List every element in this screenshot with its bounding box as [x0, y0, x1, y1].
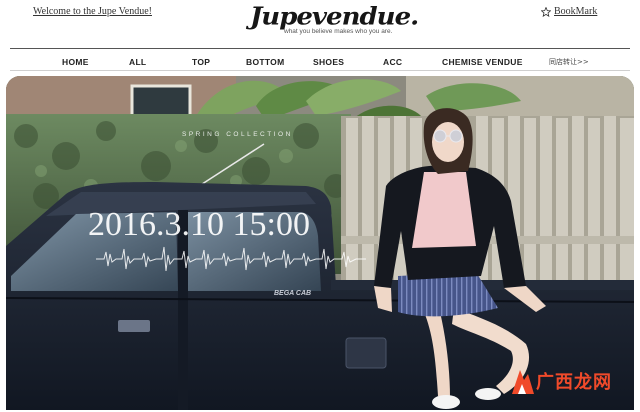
brand-logo[interactable]: Jupevendue. what you believe makes who y…	[250, 3, 419, 38]
nav-item-bottom[interactable]: BOTTOM	[246, 57, 284, 67]
soundwave-icon	[96, 246, 366, 272]
nav-item-all[interactable]: ALL	[129, 57, 146, 67]
welcome-link[interactable]: Welcome to the Jupe Vendue!	[33, 6, 152, 17]
truck-badge: BEGA CAB	[274, 290, 311, 297]
nav-item-acc[interactable]: ACC	[383, 57, 402, 67]
nav-divider-bottom	[10, 70, 630, 71]
bookmark-label: BookMark	[554, 6, 598, 17]
nav-item-chemise-vendue[interactable]: CHEMISE VENDUE	[442, 57, 523, 67]
hero-photo: BEGA CAB	[6, 76, 634, 410]
nav-item-store-transfer[interactable]: 同店转让>>	[549, 57, 589, 67]
site-watermark: 广西龙网	[510, 364, 630, 404]
mountain-logo-icon	[512, 370, 534, 394]
watermark-text: 广西龙网	[536, 372, 612, 393]
hero-banner[interactable]: BEGA CAB SPRING COLLECTION 2016.3.10 15:…	[6, 76, 634, 410]
nav-item-top[interactable]: TOP	[192, 57, 210, 67]
nav-divider-top	[10, 48, 630, 49]
star-icon	[541, 6, 551, 17]
nav-item-home[interactable]: HOME	[62, 57, 89, 67]
bookmark-button[interactable]: BookMark	[541, 6, 597, 17]
hero-collection-label: SPRING COLLECTION	[182, 131, 293, 138]
logo-wordmark: Jupevendue.	[250, 2, 419, 32]
logo-tagline: what you believe makes who you are.	[284, 28, 393, 35]
hero-date-heading: 2016.3.10 15:00	[88, 206, 310, 243]
nav-item-shoes[interactable]: SHOES	[313, 57, 344, 67]
